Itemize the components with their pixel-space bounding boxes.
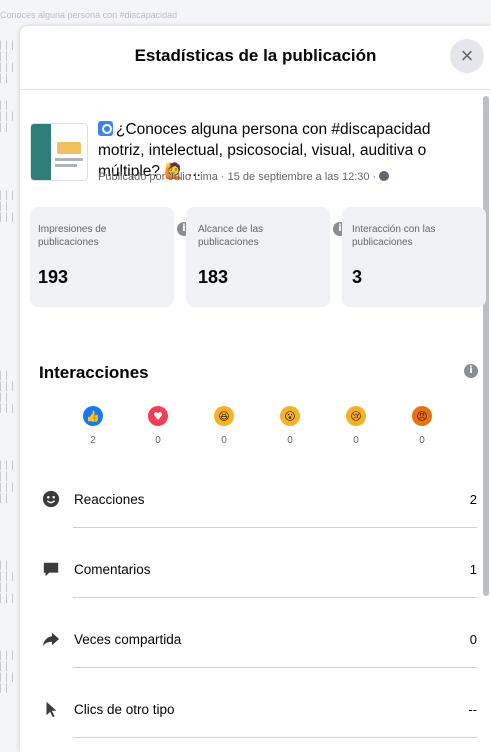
reaction-like: 👍 2: [73, 406, 113, 446]
smiley-icon: [42, 490, 60, 508]
globe-icon: [379, 171, 390, 181]
reach-label: Alcance de las publicaciones: [198, 224, 264, 248]
info-icon[interactable]: i: [464, 364, 478, 378]
close-icon: ×: [460, 43, 474, 68]
divider: [73, 597, 477, 598]
background-snippet: ▏▏▏▏▏▏▏▏▏▏: [0, 651, 19, 693]
reaction-count: 0: [353, 435, 359, 446]
background-snippet: ▏▏▏▏▏▏▏▏▏▏: [0, 561, 19, 603]
cursor-icon: [46, 701, 57, 718]
background-post-text: Conoces alguna persona con #discapacidad: [0, 10, 178, 20]
other-clicks-label: Clics de otro tipo: [74, 702, 175, 717]
engagement-value: 3: [352, 267, 363, 287]
reaction-sad: 😢 0: [336, 406, 376, 446]
engagement-card: Interacción con las publicaciones 3: [342, 207, 486, 307]
impressions-value: 193: [38, 267, 69, 287]
comment-icon: [43, 562, 59, 577]
shares-label: Veces compartida: [74, 632, 182, 647]
post-meta: Publicado por Julio Lima · 15 de septiem…: [98, 171, 390, 183]
divider: [73, 527, 477, 528]
reactions-value: 2: [469, 492, 477, 507]
share-icon: [42, 632, 60, 647]
other-clicks-row: Clics de otro tipo --: [39, 692, 477, 738]
shares-value: 0: [469, 632, 477, 647]
shares-row: Veces compartida 0: [39, 622, 477, 668]
reactions-label: Reacciones: [74, 492, 145, 507]
sad-icon: 😢: [346, 406, 366, 426]
reaction-count: 0: [221, 435, 227, 446]
impressions-card: Impresiones de publicaciones 193: [30, 207, 174, 307]
interactions-title: Interacciones: [39, 363, 149, 382]
post-thumbnail: [30, 123, 88, 181]
reaction-count: 0: [419, 435, 425, 446]
reaction-count: 2: [90, 435, 96, 446]
reaction-haha: 😆 0: [204, 406, 244, 446]
reaction-love: ♥ 0: [138, 406, 178, 446]
close-button[interactable]: ×: [450, 39, 484, 73]
reaction-count: 0: [287, 435, 293, 446]
background-snippet: ▏▏ ▏▏▏ ▏▏: [0, 101, 19, 132]
reaction-angry: 😠 0: [402, 406, 442, 446]
post-preview[interactable]: ¿Conoces alguna persona con #discapacida…: [30, 119, 480, 199]
wow-icon: 😮: [280, 406, 300, 426]
engagement-label: Interacción con las publicaciones: [352, 224, 436, 248]
like-icon: 👍: [83, 406, 103, 426]
comments-value: 1: [469, 562, 477, 577]
background-snippet: ▏▏▏ ▏▏ ▏▏▏: [0, 191, 19, 222]
love-icon: ♥: [148, 406, 168, 426]
post-statistics-dialog: Estadísticas de la publicación × ¿Conoce…: [20, 26, 491, 752]
accessibility-icon: [98, 121, 113, 136]
reaction-count: 0: [155, 435, 161, 446]
reaction-wow: 😮 0: [270, 406, 310, 446]
dialog-title: Estadísticas de la publicación: [134, 46, 377, 65]
dialog-header: Estadísticas de la publicación ×: [20, 26, 491, 90]
post-meta-text: Publicado por Julio Lima · 15 de septiem…: [98, 171, 377, 183]
divider: [73, 737, 477, 738]
background-snippet: ▏▏▏▏▏▏▏▏▏▏: [0, 41, 19, 83]
background-snippet: ▏▏▏▏▏▏▏▏▏▏: [0, 371, 19, 413]
other-clicks-value: --: [468, 702, 477, 717]
reach-card: Alcance de las publicaciones 183: [186, 207, 330, 307]
haha-icon: 😆: [214, 406, 234, 426]
angry-icon: 😠: [412, 406, 432, 426]
reach-value: 183: [198, 267, 229, 287]
comments-label: Comentarios: [74, 562, 151, 577]
impressions-label: Impresiones de publicaciones: [38, 224, 107, 248]
comments-row: Comentarios 1: [39, 552, 477, 598]
divider: [73, 667, 477, 668]
reactions-row: Reacciones 2: [39, 482, 477, 528]
dialog-scrollbar[interactable]: [483, 96, 489, 596]
background-snippet: ▏▏▏▏▏▏▏▏▏▏: [0, 461, 19, 503]
